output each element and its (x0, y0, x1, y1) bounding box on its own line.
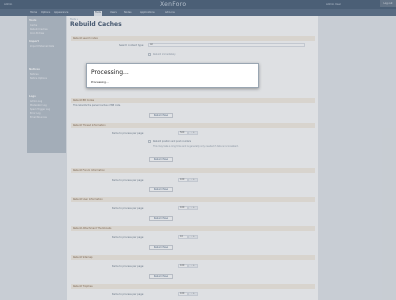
modal-overlay (0, 0, 396, 300)
processing-title: Processing... (91, 69, 129, 76)
processing-dialog: Processing... Processing... (86, 63, 259, 88)
processing-status: Processing... (91, 80, 109, 84)
